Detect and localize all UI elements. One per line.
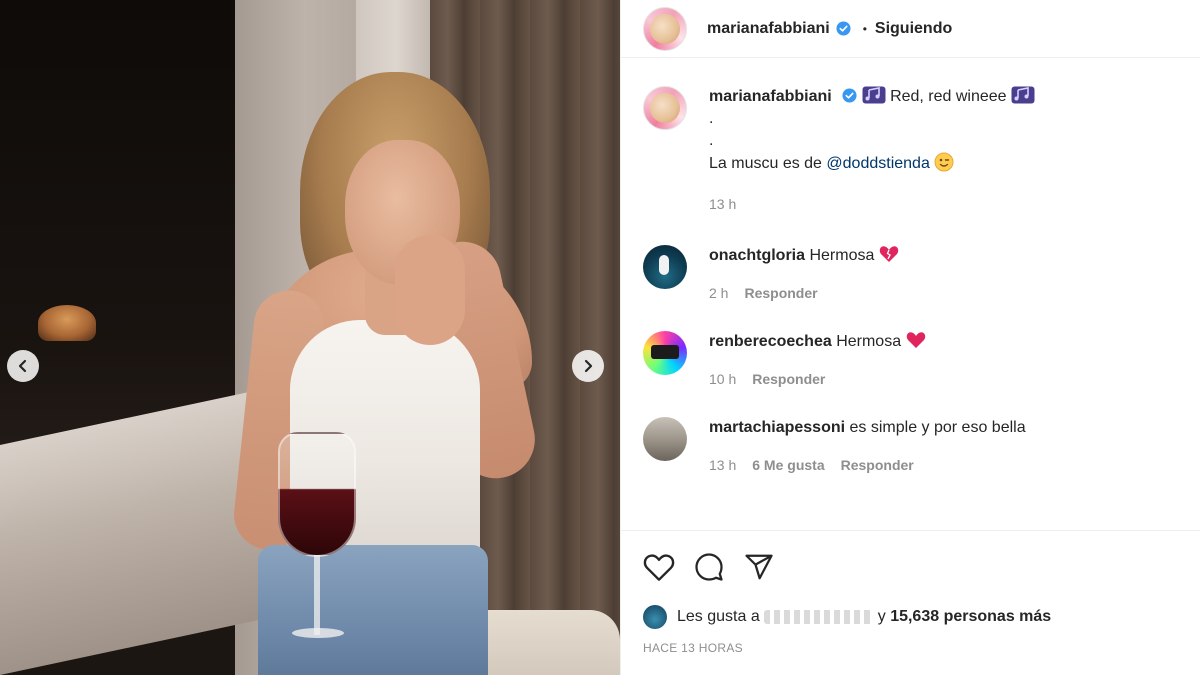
author-username[interactable]: marianafabbiani bbox=[707, 20, 830, 38]
next-photo-button[interactable] bbox=[572, 350, 604, 382]
photo-wine-glass-stem bbox=[314, 555, 320, 635]
comment-meta: 2 h Responder bbox=[709, 285, 899, 301]
comment-message: es simple y por eso bella bbox=[849, 419, 1026, 436]
caption-title: Red, red wineee bbox=[890, 88, 1007, 105]
music-notes-icon bbox=[1011, 86, 1035, 104]
mention-link[interactable]: @doddstienda bbox=[826, 155, 929, 172]
post-photo bbox=[0, 0, 620, 675]
comment-meta: 13 h 6 Me gusta Responder bbox=[709, 457, 1026, 473]
photo-person-jeans bbox=[258, 545, 488, 675]
photo-lamp bbox=[38, 305, 96, 341]
author-avatar[interactable] bbox=[643, 6, 687, 51]
commenter-username[interactable]: onachtgloria bbox=[709, 247, 805, 264]
verified-badge-icon bbox=[842, 88, 857, 103]
caption-time: 13 h bbox=[709, 196, 737, 212]
photo-wine-glass bbox=[278, 432, 356, 557]
likes-prefix: Les gusta a bbox=[677, 608, 760, 625]
commenter-avatar[interactable] bbox=[643, 245, 687, 289]
following-button[interactable]: Siguiendo bbox=[875, 20, 952, 38]
commenter-username[interactable]: martachiapessoni bbox=[709, 419, 845, 436]
reply-button[interactable]: Responder bbox=[841, 457, 914, 473]
caption-line-1: marianafabbiani Red, red wineee bbox=[709, 86, 1035, 108]
likes-connector: y bbox=[877, 608, 886, 625]
chevron-right-icon bbox=[584, 359, 593, 373]
comment-item: martachiapessoni es simple y por eso bel… bbox=[643, 417, 1178, 473]
liker-avatar[interactable] bbox=[643, 605, 667, 629]
comment-time: 2 h bbox=[709, 285, 729, 301]
caption-username[interactable]: marianafabbiani bbox=[709, 88, 832, 105]
red-heart-icon bbox=[906, 332, 926, 350]
broken-heart-icon bbox=[879, 246, 899, 264]
comment-message: Hermosa bbox=[809, 247, 875, 264]
comment-text: onachtgloria Hermosa bbox=[709, 245, 899, 267]
comment-likes-count[interactable]: 6 Me gusta bbox=[752, 457, 824, 473]
comment-message: Hermosa bbox=[836, 333, 902, 350]
commenter-username[interactable]: renberecoechea bbox=[709, 333, 832, 350]
caption-line-4: La muscu es de @doddstienda bbox=[709, 152, 1035, 175]
comment-text: martachiapessoni es simple y por eso bel… bbox=[709, 417, 1026, 439]
comment-body: onachtgloria Hermosa 2 h Responder bbox=[709, 245, 899, 301]
chevron-left-icon bbox=[18, 359, 27, 373]
commenter-avatar[interactable] bbox=[643, 331, 687, 375]
instagram-post-view: marianafabbiani • Siguiendo marianafabbi… bbox=[0, 0, 1200, 675]
comment-item: onachtgloria Hermosa 2 h Responder bbox=[643, 245, 1178, 301]
action-icons bbox=[643, 551, 1178, 583]
comment-item: renberecoechea Hermosa 10 h Responder bbox=[643, 331, 1178, 387]
post-header: marianafabbiani • Siguiendo bbox=[621, 0, 1200, 58]
reply-button[interactable]: Responder bbox=[744, 285, 817, 301]
comment-meta: 10 h Responder bbox=[709, 371, 926, 387]
comment-body: renberecoechea Hermosa 10 h Responder bbox=[709, 331, 926, 387]
photo-person-hand bbox=[395, 235, 465, 345]
caption-line-3: . bbox=[709, 132, 714, 149]
heart-icon[interactable] bbox=[643, 552, 675, 582]
photo-scene bbox=[0, 0, 620, 675]
caption-body: marianafabbiani Red, red wineee . . La m… bbox=[709, 86, 1035, 215]
comment-bubble-icon[interactable] bbox=[693, 552, 725, 582]
verified-badge-icon bbox=[836, 21, 851, 36]
posted-time: HACE 13 HORAS bbox=[643, 641, 743, 655]
comment-time: 13 h bbox=[709, 457, 737, 473]
comment-time: 10 h bbox=[709, 371, 737, 387]
post-side-panel: marianafabbiani • Siguiendo marianafabbi… bbox=[620, 0, 1200, 675]
post-actions: Les gusta a y 15,638 personas más HACE 1… bbox=[621, 530, 1200, 655]
caption-line-2: . bbox=[709, 110, 714, 127]
caption-author-avatar[interactable] bbox=[643, 86, 687, 130]
post-caption: marianafabbiani Red, red wineee . . La m… bbox=[643, 86, 1178, 215]
music-notes-icon bbox=[862, 86, 886, 104]
comment-body: martachiapessoni es simple y por eso bel… bbox=[709, 417, 1026, 473]
caption-line-4-text: La muscu es de bbox=[709, 155, 822, 172]
likes-summary: Les gusta a y 15,638 personas más bbox=[643, 605, 1178, 629]
winking-face-icon bbox=[934, 152, 954, 172]
comment-text: renberecoechea Hermosa bbox=[709, 331, 926, 353]
comments-section: marianafabbiani Red, red wineee . . La m… bbox=[621, 58, 1200, 528]
paper-plane-icon[interactable] bbox=[743, 552, 775, 582]
separator-dot: • bbox=[862, 21, 867, 36]
previous-photo-button[interactable] bbox=[7, 350, 39, 382]
reply-button[interactable]: Responder bbox=[752, 371, 825, 387]
photo-wine-glass-foot bbox=[292, 628, 344, 638]
likes-count[interactable]: 15,638 personas más bbox=[890, 608, 1051, 626]
liker-username-obscured bbox=[763, 610, 874, 624]
commenter-avatar[interactable] bbox=[643, 417, 687, 461]
